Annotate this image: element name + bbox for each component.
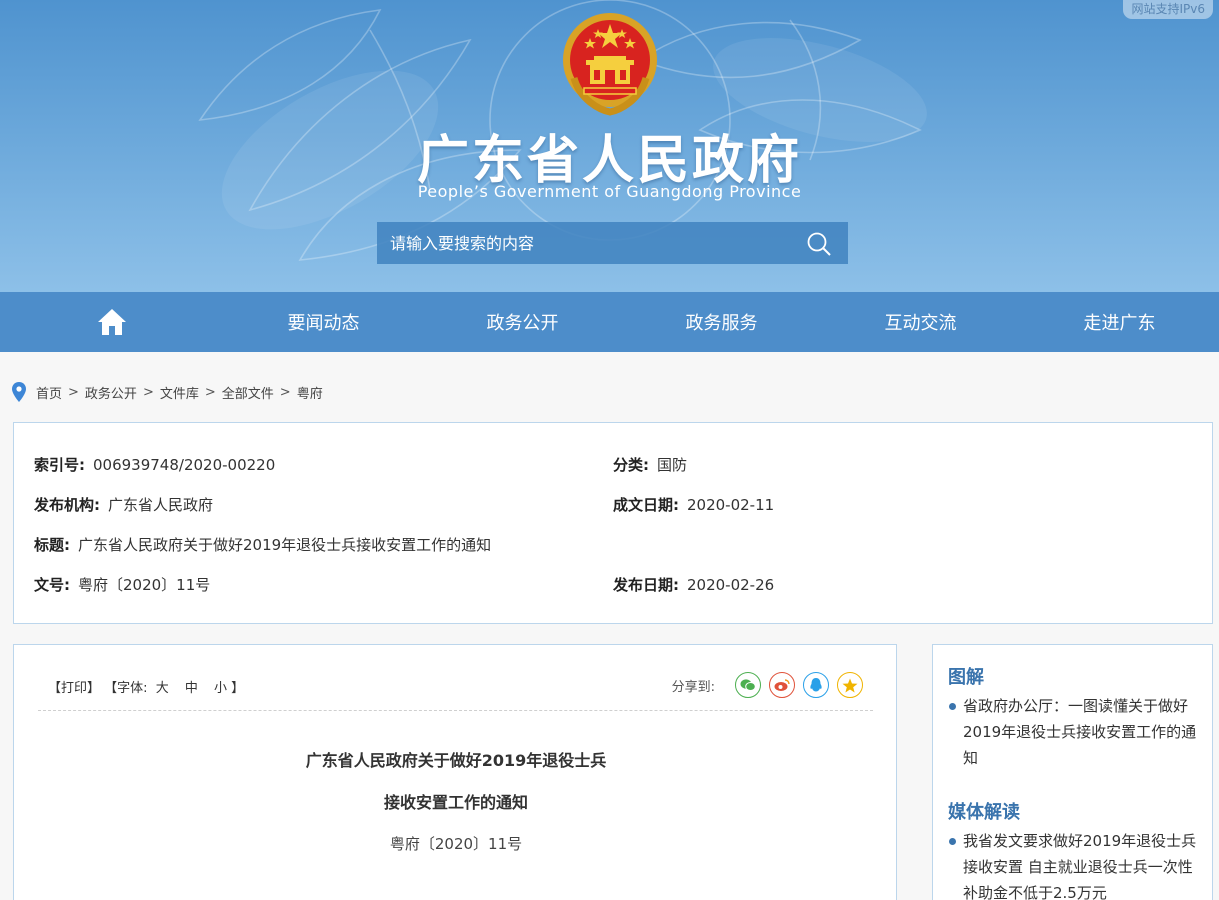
breadcrumb-file-library[interactable]: 文件库 (160, 383, 199, 402)
meta-value: 2020-02-11 (687, 496, 775, 514)
breadcrumb-separator: > (68, 384, 79, 400)
meta-publisher: 发布机构: 广东省人民政府 (34, 494, 213, 515)
share-bar: 分享到: (672, 671, 863, 699)
wechat-share-icon[interactable] (735, 672, 761, 698)
meta-title: 标题: 广东省人民政府关于做好2019年退役士兵接收安置工作的通知 (34, 534, 491, 555)
meta-value: 粤府〔2020〕11号 (78, 576, 211, 594)
search-icon[interactable] (806, 232, 832, 256)
font-size-prefix: 【字体: (104, 681, 148, 696)
share-label: 分享到: (671, 679, 715, 695)
sidebar-item-media[interactable]: 我省发文要求做好2019年退役士兵接收安置 自主就业退役士兵一次性补助金不低于2… (949, 828, 1201, 900)
meta-label: 文号: (34, 576, 70, 594)
sidebar-item-infographic[interactable]: 省政府办公厅：一图读懂关于做好2019年退役士兵接收安置工作的通知 (949, 693, 1201, 771)
breadcrumb-home[interactable]: 首页 (36, 383, 62, 402)
qq-share-icon[interactable] (803, 672, 829, 698)
search-input[interactable] (377, 222, 797, 264)
star-icon (842, 678, 858, 692)
meta-written-date: 成文日期: 2020-02-11 (613, 494, 774, 515)
font-size-large-button[interactable]: 大 (156, 681, 169, 696)
ipv6-badge: 网站支持IPv6 (1123, 0, 1213, 19)
meta-label: 成文日期: (613, 496, 679, 514)
weibo-share-icon[interactable] (769, 672, 795, 698)
home-icon (98, 309, 126, 335)
qq-icon (810, 678, 822, 692)
meta-label: 分类: (613, 456, 649, 474)
location-pin-icon (12, 382, 26, 402)
nav-item-news[interactable]: 要闻动态 (224, 292, 423, 352)
meta-value: 006939748/2020-00220 (93, 456, 276, 474)
national-emblem (563, 13, 657, 116)
article-doc-number: 粤府〔2020〕11号 (389, 835, 523, 853)
font-size-suffix: 】 (231, 681, 245, 696)
nav-item-gov-services[interactable]: 政务服务 (622, 292, 821, 352)
breadcrumb-separator: > (279, 384, 291, 400)
meta-value: 国防 (657, 456, 688, 474)
site-subtitle: People’s Government of Guangdong Provinc… (417, 182, 802, 201)
nav-item-about-guangdong[interactable]: 走进广东 (1020, 292, 1219, 352)
meta-category: 分类: 国防 (613, 454, 687, 475)
meta-doc-no: 文号: 粤府〔2020〕11号 (34, 574, 210, 595)
article-panel: 【打印】 【字体: 大 中 小 】 分享到: 广东省人民政府关于做好2019年退… (13, 644, 897, 900)
qzone-share-icon[interactable] (837, 672, 863, 698)
print-button[interactable]: 【打印】 (48, 681, 100, 696)
document-meta-panel: 索引号: 006939748/2020-00220 分类: 国防 发布机构: 广东省人… (13, 422, 1213, 624)
nav-item-interaction[interactable]: 互动交流 (821, 292, 1020, 352)
meta-value: 广东省人民政府 (108, 496, 214, 514)
article-title-line-1: 广东省人民政府关于做好2019年退役士兵 (305, 751, 607, 770)
article-tools: 【打印】 【字体: 大 中 小 】 (48, 677, 244, 696)
sidebar-heading-media[interactable]: 媒体解读 (948, 798, 1020, 824)
wechat-icon (740, 679, 756, 691)
header-banner: 网站支持IPv6 广东省人民政府 People’s Government of … (0, 0, 1219, 292)
nav-item-gov-affairs[interactable]: 政务公开 (423, 292, 622, 352)
meta-label: 标题: (34, 536, 70, 554)
meta-label: 发布机构: (34, 496, 100, 514)
breadcrumb-yuefu[interactable]: 粤府 (297, 383, 323, 402)
sidebar-heading-infographic[interactable]: 图解 (948, 663, 984, 689)
meta-index-no: 索引号: 006939748/2020-00220 (34, 454, 275, 475)
font-size-small-button[interactable]: 小 (214, 681, 227, 696)
sidebar: 图解 省政府办公厅：一图读懂关于做好2019年退役士兵接收安置工作的通知 媒体解… (932, 644, 1213, 900)
meta-label: 索引号: (34, 456, 85, 474)
article-toolbar: 【打印】 【字体: 大 中 小 】 分享到: (38, 671, 873, 711)
meta-label: 发布日期: (613, 576, 679, 594)
weibo-icon (774, 679, 790, 691)
search-box (377, 222, 848, 264)
breadcrumb-all-files[interactable]: 全部文件 (222, 383, 274, 402)
breadcrumb-separator: > (142, 384, 154, 400)
breadcrumb-gov-affairs[interactable]: 政务公开 (85, 383, 137, 402)
breadcrumb: 首页 > 政务公开 > 文件库 > 全部文件 > 粤府 (12, 380, 323, 404)
font-size-medium-button[interactable]: 中 (185, 681, 198, 696)
main-nav: 要闻动态 政务公开 政务服务 互动交流 走进广东 (0, 292, 1219, 352)
meta-value: 2020-02-26 (687, 576, 775, 594)
meta-publish-date: 发布日期: 2020-02-26 (613, 574, 774, 595)
nav-home[interactable] (0, 292, 224, 352)
breadcrumb-separator: > (204, 384, 216, 400)
article-title-line-2: 接收安置工作的通知 (383, 793, 528, 812)
meta-value: 广东省人民政府关于做好2019年退役士兵接收安置工作的通知 (78, 536, 492, 554)
